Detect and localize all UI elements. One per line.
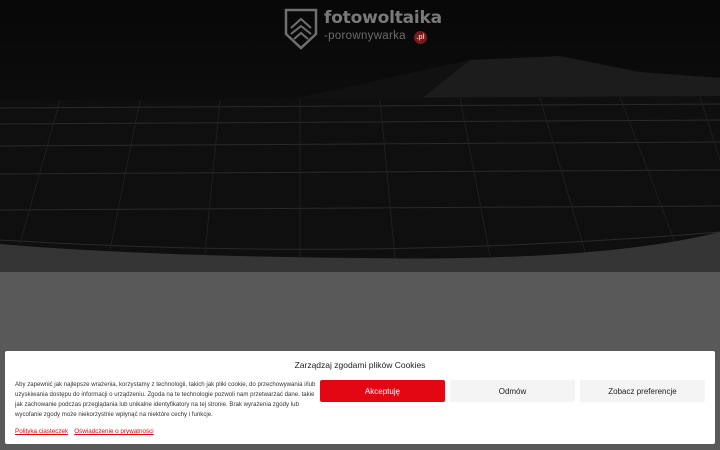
accept-cookies-button[interactable]: Akceptuję: [320, 380, 445, 402]
privacy-statement-link[interactable]: Oświadczenie o prywatności: [74, 428, 153, 435]
house-shield-logo-icon: [284, 8, 318, 50]
brand-domain-badge: .pl: [414, 31, 427, 44]
brand-subtitle: -porownywarka: [324, 30, 406, 42]
cookie-consent-banner: Zarządzaj zgodami plików Cookies Aby zap…: [5, 351, 715, 444]
cookie-banner-message: Aby zapewnić jak najlepsze wrażenia, kor…: [15, 381, 316, 419]
view-preferences-button[interactable]: Zobacz preferencje: [580, 380, 705, 402]
deny-cookies-button[interactable]: Odmów: [450, 380, 575, 402]
brand-name: fotowoltaika: [324, 8, 442, 28]
cookie-banner-links: Polityka ciasteczek Oświadczenie o prywa…: [15, 428, 154, 435]
cookie-policy-link[interactable]: Polityka ciasteczek: [15, 428, 68, 435]
site-logo[interactable]: fotowoltaika -porownywarka .pl: [284, 8, 444, 50]
hero-background: fotowoltaika -porownywarka .pl: [0, 0, 720, 272]
logo-text: fotowoltaika -porownywarka .pl: [324, 8, 444, 48]
cookie-banner-title: Zarządzaj zgodami plików Cookies: [294, 360, 426, 370]
